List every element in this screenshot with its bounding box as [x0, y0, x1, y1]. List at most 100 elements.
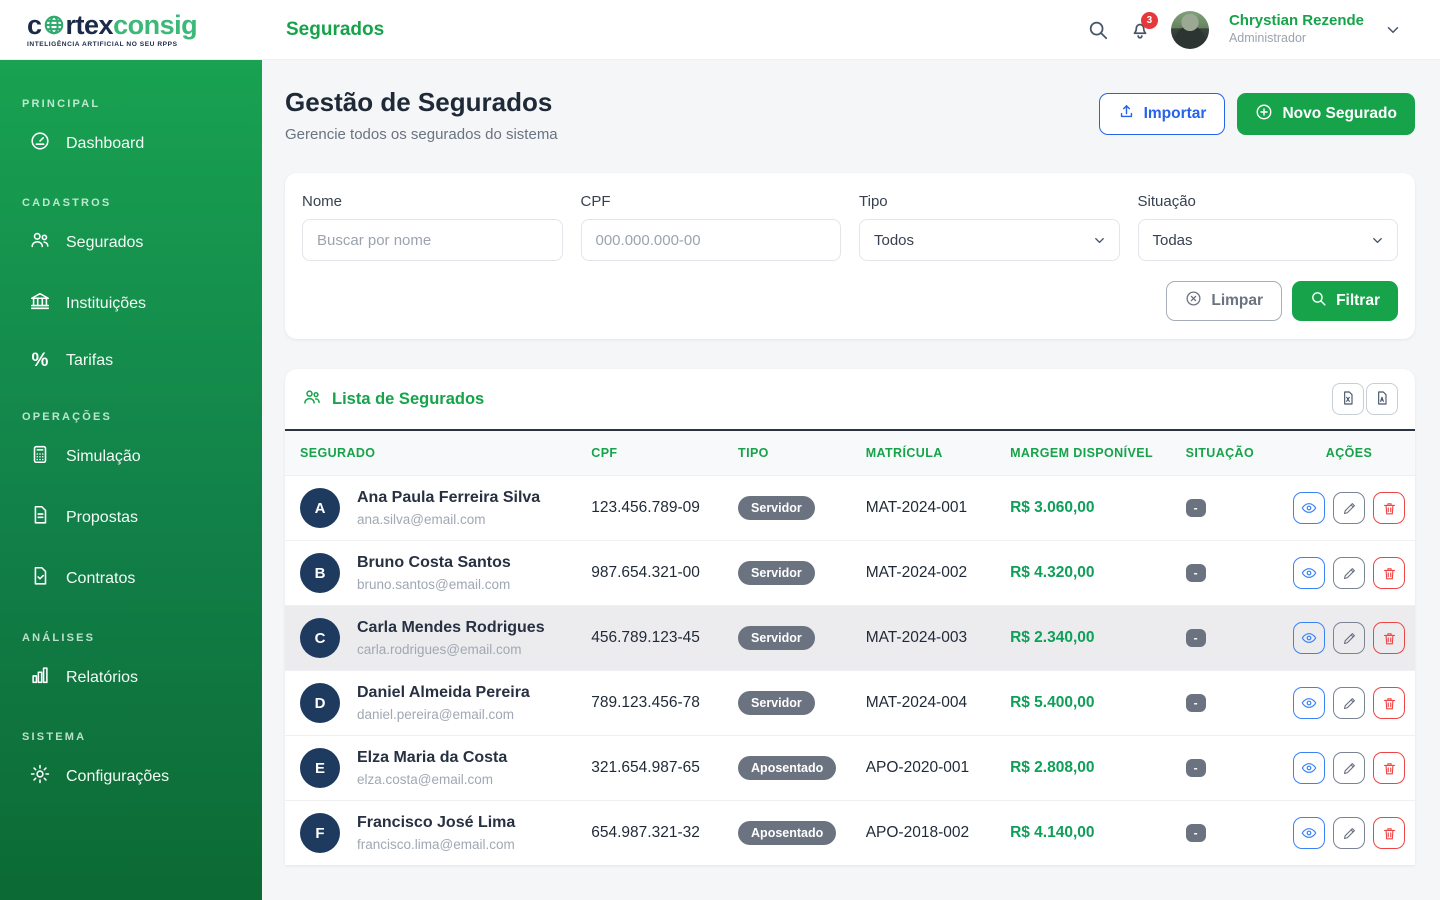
clear-filters-button[interactable]: Limpar [1166, 281, 1283, 321]
file-excel-icon [1340, 390, 1356, 409]
filter-label-tipo: Tipo [859, 193, 888, 210]
tipo-badge: Aposentado [738, 821, 837, 845]
view-button[interactable] [1293, 752, 1325, 784]
delete-button[interactable] [1373, 557, 1405, 589]
segurado-email: carla.rodrigues@email.com [357, 642, 522, 657]
x-circle-icon [1185, 290, 1202, 312]
table-row[interactable]: C Carla Mendes Rodrigues carla.rodrigues… [285, 605, 1415, 671]
sidebar-item-label: Segurados [66, 233, 144, 251]
situacao-select-value: Todas [1152, 231, 1193, 249]
status-badge: - [1185, 499, 1206, 517]
sidebar-item-relatorios[interactable]: Relatórios [0, 650, 262, 705]
brand-logo[interactable]: c rtex consig INTELIGÊNCIA ARTIFICIAL NO… [0, 11, 262, 48]
segurado-name: Elza Maria da Costa [357, 749, 508, 766]
status-badge: - [1185, 759, 1206, 777]
sidebar-section-operacoes: OPERAÇÕES [22, 411, 113, 423]
tipo-select[interactable]: Todos [859, 219, 1120, 261]
export-excel-button[interactable] [1332, 383, 1364, 415]
edit-button[interactable] [1333, 817, 1365, 849]
table-row[interactable]: A Ana Paula Ferreira Silva ana.silva@ema… [285, 475, 1415, 541]
segurado-email: francisco.lima@email.com [357, 837, 515, 852]
segurado-matricula: MAT-2024-004 [855, 670, 1001, 736]
table-row[interactable]: F Francisco José Lima francisco.lima@ema… [285, 800, 1415, 865]
cpf-input[interactable] [580, 219, 841, 261]
table-row[interactable]: B Bruno Costa Santos bruno.santos@email.… [285, 540, 1415, 606]
edit-button[interactable] [1333, 557, 1365, 589]
sidebar-item-tarifas[interactable]: % Tarifas [0, 337, 262, 385]
brand-tagline: INTELIGÊNCIA ARTIFICIAL NO SEU RPPS [27, 40, 178, 48]
table-row[interactable]: E Elza Maria da Costa elza.costa@email.c… [285, 735, 1415, 801]
segurados-table: SEGURADO CPF TIPO MATRÍCULA MARGEM DISPO… [285, 429, 1415, 865]
bank-icon [29, 290, 51, 317]
tipo-badge: Servidor [738, 691, 815, 715]
delete-button[interactable] [1373, 492, 1405, 524]
user-name: Chrystian Rezende [1228, 12, 1364, 30]
segurado-matricula: APO-2020-001 [855, 735, 1001, 801]
search-icon [1310, 290, 1327, 312]
topbar: c rtex consig INTELIGÊNCIA ARTIFICIAL NO… [0, 0, 1440, 60]
segurado-cpf: 456.789.123-45 [581, 605, 729, 671]
filter-label-nome: Nome [302, 193, 343, 210]
edit-button[interactable] [1333, 492, 1365, 524]
filter-label-cpf: CPF [580, 193, 611, 210]
col-matricula: MATRÍCULA [865, 446, 943, 460]
col-segurado: SEGURADO [300, 446, 376, 460]
sidebar-item-dashboard[interactable]: Dashboard [0, 116, 262, 171]
avatar: A [300, 488, 340, 528]
status-badge: - [1185, 824, 1206, 842]
document-icon [29, 504, 51, 531]
segurado-cpf: 987.654.321-00 [581, 540, 729, 606]
status-badge: - [1185, 629, 1206, 647]
delete-button[interactable] [1373, 622, 1405, 654]
edit-button[interactable] [1333, 687, 1365, 719]
upload-icon [1118, 103, 1135, 125]
sidebar-item-simulacao[interactable]: Simulação [0, 429, 262, 484]
export-pdf-button[interactable] [1366, 383, 1398, 415]
delete-button[interactable] [1373, 817, 1405, 849]
sidebar-section-principal: PRINCIPAL [22, 98, 101, 110]
view-button[interactable] [1293, 492, 1325, 524]
search-icon[interactable] [1087, 19, 1109, 41]
chevron-down-icon[interactable] [1384, 21, 1402, 39]
view-button[interactable] [1293, 557, 1325, 589]
sidebar-item-configuracoes[interactable]: Configurações [0, 749, 262, 804]
delete-button[interactable] [1373, 687, 1405, 719]
sidebar-item-label: Configurações [66, 767, 170, 785]
table-row[interactable]: D Daniel Almeida Pereira daniel.pereira@… [285, 670, 1415, 736]
apply-filters-button[interactable]: Filtrar [1292, 281, 1398, 321]
view-button[interactable] [1293, 687, 1325, 719]
import-button[interactable]: Importar [1098, 93, 1226, 135]
segurado-name: Ana Paula Ferreira Silva [357, 489, 541, 506]
segurado-matricula: MAT-2024-003 [855, 605, 1001, 671]
segurado-cpf: 654.987.321-32 [581, 800, 729, 865]
nome-input[interactable] [302, 219, 563, 261]
sidebar-item-label: Contratos [66, 569, 136, 587]
sidebar-section-sistema: SISTEMA [22, 731, 87, 743]
sidebar-item-instituicoes[interactable]: Instituições [0, 276, 262, 331]
sidebar-item-propostas[interactable]: Propostas [0, 490, 262, 545]
situacao-select[interactable]: Todas [1137, 219, 1398, 261]
user-role: Administrador [1228, 31, 1307, 46]
edit-button[interactable] [1333, 622, 1365, 654]
view-button[interactable] [1293, 622, 1325, 654]
segurado-name: Daniel Almeida Pereira [357, 684, 530, 701]
sidebar-item-contratos[interactable]: Contratos [0, 551, 262, 606]
col-margem: MARGEM DISPONÍVEL [1010, 446, 1153, 460]
notifications-bell-icon[interactable]: 3 [1129, 11, 1158, 41]
segurado-margem: R$ 4.140,00 [1000, 800, 1176, 865]
sidebar-item-segurados[interactable]: Segurados [0, 215, 262, 270]
sidebar-item-label: Tarifas [66, 352, 114, 369]
view-button[interactable] [1293, 817, 1325, 849]
segurado-email: elza.costa@email.com [357, 772, 494, 787]
avatar: B [300, 553, 340, 593]
user-avatar[interactable] [1170, 10, 1209, 49]
percent-icon: % [31, 350, 49, 371]
sidebar-item-label: Instituições [66, 294, 147, 312]
edit-button[interactable] [1333, 752, 1365, 784]
new-segurado-button[interactable]: Novo Segurado [1237, 93, 1415, 135]
delete-button[interactable] [1373, 752, 1405, 784]
segurado-name: Carla Mendes Rodrigues [357, 619, 545, 636]
filters-card: Nome CPF Tipo Todos Situação [285, 173, 1415, 339]
segurado-cpf: 321.654.987-65 [581, 735, 729, 801]
sidebar-item-label: Dashboard [66, 134, 145, 152]
